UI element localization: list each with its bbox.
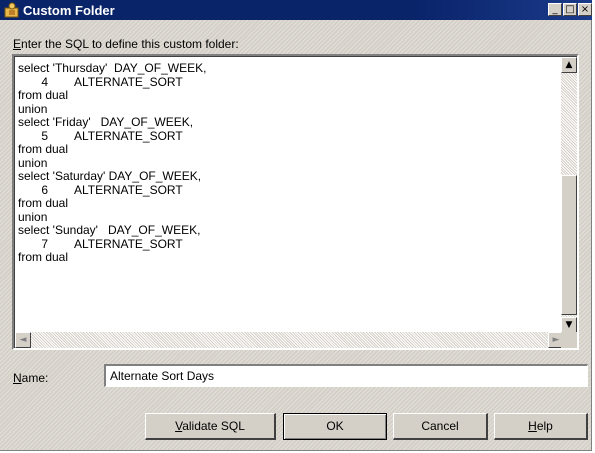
scrollbar-corner [561,332,577,348]
sql-label: Enter the SQL to define this custom fold… [13,37,239,51]
sql-text[interactable]: select 'Thursday' DAY_OF_WEEK, 4 ALTERNA… [18,62,558,332]
validate-label: alidate SQL [182,419,245,433]
folder-person-icon [4,2,19,18]
vertical-scrollbar[interactable]: ▲ ▼ [561,57,577,333]
scroll-down-icon[interactable]: ▼ [561,317,577,333]
validate-sql-button[interactable]: Validate SQL [145,413,276,440]
title-bar[interactable]: Custom Folder _ □ × [0,0,592,20]
scroll-left-icon[interactable]: ◄ [15,332,31,348]
help-button[interactable]: Help [494,413,588,440]
name-label-mnemonic: N [13,371,22,385]
sql-textarea[interactable]: select 'Thursday' DAY_OF_WEEK, 4 ALTERNA… [12,54,579,350]
scroll-up-icon[interactable]: ▲ [561,57,577,73]
minimize-button[interactable]: _ [548,3,562,16]
custom-folder-dialog: Custom Folder _ □ × Enter the SQL to def… [0,0,592,451]
cancel-button[interactable]: Cancel [393,413,488,440]
vertical-scroll-thumb[interactable] [561,175,577,315]
help-label: elp [536,419,553,433]
sql-label-mnemonic: E [13,37,22,51]
ok-button[interactable]: OK [283,413,387,440]
name-label-text: ame: [21,371,49,385]
sql-textarea-inner: select 'Thursday' DAY_OF_WEEK, 4 ALTERNA… [14,56,577,348]
maximize-button[interactable]: □ [563,3,577,16]
close-button[interactable]: × [578,3,592,16]
name-label: Name: [13,371,48,385]
help-mnemonic: H [528,419,537,433]
horizontal-scrollbar[interactable]: ◄ ► [15,332,564,348]
name-input[interactable] [104,364,588,387]
window-title: Custom Folder [23,3,115,18]
sql-label-text: nter the SQL to define this custom folde… [21,37,239,51]
